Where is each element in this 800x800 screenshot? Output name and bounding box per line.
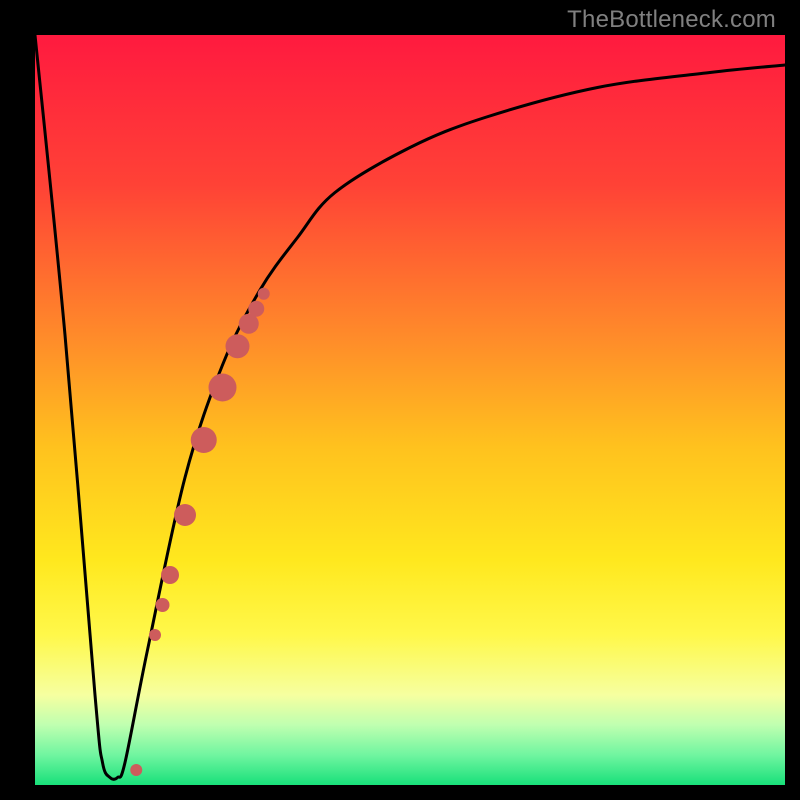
bottleneck-marker (248, 301, 264, 317)
chart-frame: TheBottleneck.com (0, 0, 800, 800)
plot-area (35, 35, 785, 785)
bottleneck-marker (156, 598, 170, 612)
plot-svg (35, 35, 785, 785)
bottleneck-marker (209, 374, 237, 402)
bottleneck-marker (239, 314, 259, 334)
bottleneck-marker (174, 504, 196, 526)
bottleneck-marker (258, 288, 270, 300)
bottleneck-marker (226, 334, 250, 358)
bottleneck-marker (191, 427, 217, 453)
watermark-text: TheBottleneck.com (567, 6, 776, 34)
bottleneck-marker (130, 764, 142, 776)
bottleneck-marker (149, 629, 161, 641)
bottleneck-marker (161, 566, 179, 584)
